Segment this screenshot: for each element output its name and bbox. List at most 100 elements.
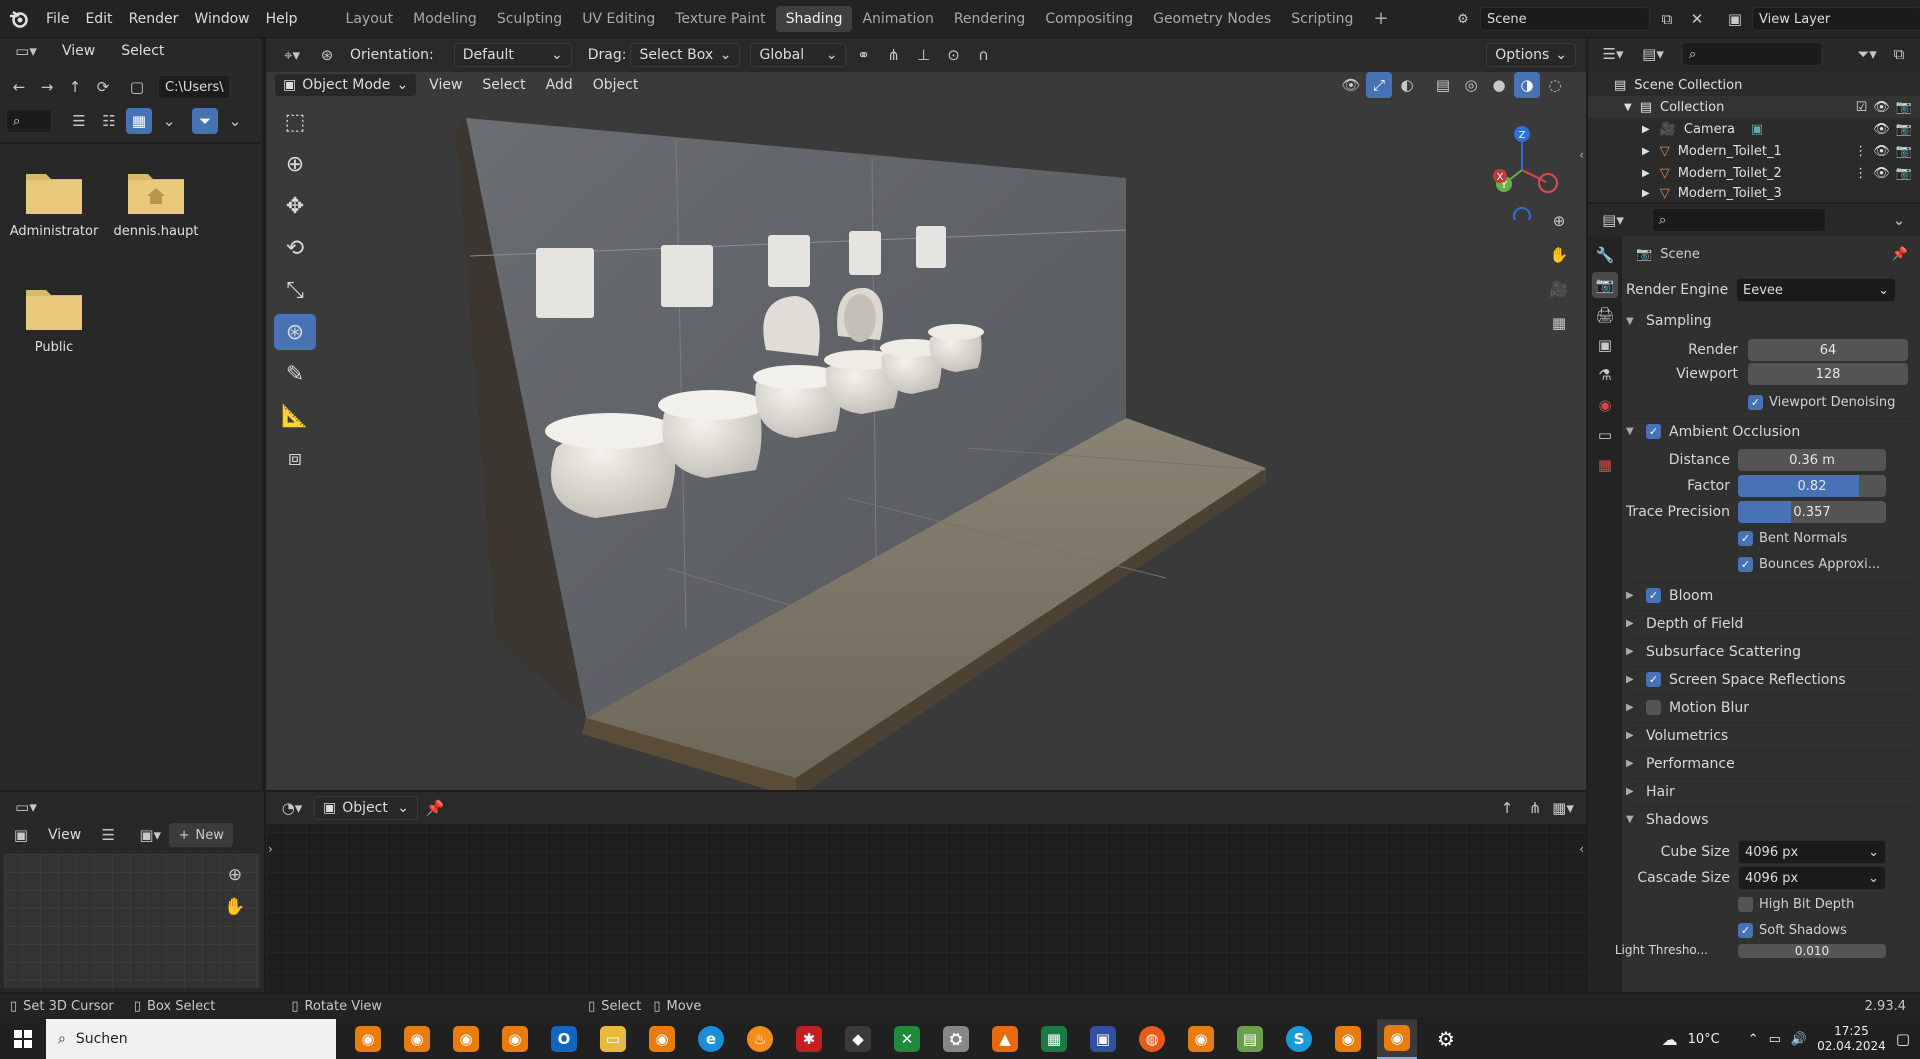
add-cube-tool-icon[interactable]: ⧈	[274, 440, 316, 476]
ssr-enable-checkbox[interactable]: ✓	[1646, 672, 1661, 687]
camera-render-icon[interactable]: 📷	[1896, 166, 1912, 181]
bounces-approx-checkbox[interactable]: ✓ Bounces Approxi...	[1738, 552, 1920, 576]
texture-tab-icon[interactable]: ▦	[1592, 452, 1618, 478]
render-tab-icon[interactable]: 📷	[1592, 272, 1618, 298]
editor-type-icon[interactable]: ▭▾	[8, 38, 44, 64]
tab-geometry-nodes[interactable]: Geometry Nodes	[1143, 6, 1281, 32]
outliner-item[interactable]: ▶ ▽ Modern_Toilet_3	[1588, 184, 1920, 202]
section-screen-space-reflections[interactable]: ▶ ✓ Screen Space Reflections	[1626, 666, 1914, 692]
tab-shading[interactable]: Shading	[775, 5, 853, 32]
scene-icon[interactable]: ⚙	[1450, 6, 1476, 32]
camera-view-icon[interactable]: 🎥	[1546, 276, 1572, 302]
tray-chevron-icon[interactable]: ⌃	[1748, 1032, 1759, 1047]
pan-hand-icon[interactable]: ✋	[1546, 242, 1572, 268]
zoom-icon[interactable]: ⊕	[1546, 208, 1572, 234]
tab-animation[interactable]: Animation	[852, 6, 943, 32]
excel-icon[interactable]: ▦	[1034, 1019, 1074, 1059]
viewport-denoising-checkbox[interactable]: ✓ Viewport Denoising	[1748, 390, 1920, 414]
sidebar-toggle-icon[interactable]: ‹	[1579, 842, 1584, 856]
snap-mode-icon[interactable]: ▦▾	[1550, 795, 1576, 821]
file-explorer-icon[interactable]: ▭	[593, 1019, 633, 1059]
thumbnail-view-icon[interactable]: ▦	[126, 108, 152, 134]
tab-rendering[interactable]: Rendering	[944, 6, 1036, 32]
select-box-tool-icon[interactable]: ⬚	[274, 104, 316, 140]
3d-viewport[interactable]: ⌖▾ ⊛ Orientation: Default ⌄ Drag: Select …	[266, 38, 1586, 790]
back-icon[interactable]: ←	[6, 74, 32, 100]
editor-type-icon[interactable]: ◔▾	[274, 795, 310, 821]
outliner-scene-collection[interactable]: ▤ Scene Collection	[1588, 74, 1920, 96]
section-shadows[interactable]: ▼ Shadows	[1626, 806, 1914, 832]
blender-logo-icon[interactable]	[0, 0, 38, 38]
search-field[interactable]: ⌕	[6, 109, 52, 133]
scene-selector[interactable]: Scene	[1480, 7, 1650, 31]
vlc-icon[interactable]: ▲	[985, 1019, 1025, 1059]
eye-icon[interactable]: 👁	[1873, 122, 1890, 137]
view-layer-tab-icon[interactable]: ▣	[1592, 332, 1618, 358]
menu-image-view[interactable]: View	[40, 822, 89, 848]
forward-icon[interactable]: →	[34, 74, 60, 100]
red-app-icon[interactable]: ✱	[789, 1019, 829, 1059]
blender-app-icon[interactable]: ◉	[642, 1019, 682, 1059]
section-subsurface-scattering[interactable]: ▶ Subsurface Scattering	[1626, 638, 1914, 664]
outliner-item[interactable]: ▶ ▽ Modern_Toilet_1 ⋮ 👁 📷	[1588, 140, 1920, 162]
pin-icon[interactable]: 📌	[422, 795, 448, 821]
measure-tool-icon[interactable]: 📐	[274, 398, 316, 434]
section-bloom[interactable]: ▶ ✓ Bloom	[1626, 582, 1914, 608]
section-performance[interactable]: ▶ Performance	[1626, 750, 1914, 776]
outliner-collection[interactable]: ▼ ▤ Collection ☑ 👁 📷	[1588, 96, 1920, 118]
high-bit-depth-checkbox[interactable]: High Bit Depth	[1738, 892, 1920, 916]
tab-scripting[interactable]: Scripting	[1281, 6, 1363, 32]
outlook-app-icon[interactable]: O	[544, 1019, 584, 1059]
tab-texture-paint[interactable]: Texture Paint	[665, 6, 775, 32]
tab-uv-editing[interactable]: UV Editing	[572, 6, 665, 32]
world-tab-icon[interactable]: ◉	[1592, 392, 1618, 418]
firefox-like-icon[interactable]: ♨	[740, 1019, 780, 1059]
cascade-size-dropdown[interactable]: 4096 px ⌄	[1738, 866, 1886, 890]
filter-icon[interactable]: ⏷▾	[1854, 41, 1880, 67]
move-tool-icon[interactable]: ✥	[274, 188, 316, 224]
menu-fb-select[interactable]: Select	[113, 38, 172, 64]
camera-render-icon[interactable]: 📷	[1896, 122, 1912, 137]
menu-fb-view[interactable]: View	[54, 38, 103, 64]
menu-edit[interactable]: Edit	[77, 6, 120, 32]
properties-search-field[interactable]: ⌕	[1652, 208, 1826, 232]
filter-options-icon[interactable]: ⌄	[222, 108, 248, 134]
tool-tab-icon[interactable]: 🔧	[1592, 242, 1618, 268]
bloom-enable-checkbox[interactable]: ✓	[1646, 588, 1661, 603]
eye-icon[interactable]: 👁	[1873, 166, 1890, 181]
duplicate-scene-icon[interactable]: ⧉	[1654, 6, 1680, 32]
display-mode-icon[interactable]: ▤▾	[1636, 41, 1670, 67]
menu-render[interactable]: Render	[121, 6, 187, 32]
filter-icon[interactable]: ⏷	[192, 108, 218, 134]
perspective-toggle-icon[interactable]: ▦	[1546, 310, 1572, 336]
horizontal-list-icon[interactable]: ☷	[96, 108, 122, 134]
image-browse-icon[interactable]: ▣▾	[137, 822, 163, 848]
eye-icon[interactable]: 👁	[1873, 100, 1890, 115]
menu-file[interactable]: File	[38, 6, 77, 32]
menu-window[interactable]: Window	[186, 6, 257, 32]
scale-tool-icon[interactable]: ⤡	[274, 272, 316, 308]
rotate-tool-icon[interactable]: ⟲	[274, 230, 316, 266]
editor-type-icon[interactable]: ▭▾	[8, 794, 44, 820]
network-icon[interactable]: ▭	[1769, 1032, 1781, 1047]
sidebar-toggle-icon[interactable]: ›	[268, 842, 273, 856]
tab-sculpting[interactable]: Sculpting	[487, 6, 572, 32]
parent-dir-icon[interactable]: ↑	[62, 74, 88, 100]
shader-type-dropdown[interactable]: ▣ Object ⌄	[314, 796, 418, 820]
view-layer-selector[interactable]: View Layer	[1752, 7, 1920, 31]
blender-app-icon[interactable]: ◉	[1328, 1019, 1368, 1059]
tab-layout[interactable]: Layout	[336, 6, 404, 32]
section-depth-of-field[interactable]: ▶ Depth of Field	[1626, 610, 1914, 636]
cube-size-dropdown[interactable]: 4096 px ⌄	[1738, 840, 1886, 864]
remove-scene-icon[interactable]: ✕	[1684, 6, 1710, 32]
sidebar-toggle-icon[interactable]: ‹	[1579, 148, 1584, 162]
parent-node-icon[interactable]: ↑	[1494, 795, 1520, 821]
taskbar-search-field[interactable]: ⌕ Suchen	[46, 1019, 336, 1059]
node-editor-panel[interactable]: ◔▾ ▣ Object ⌄ 📌 ↑ ⋔ ▦▾ ‹ ›	[266, 792, 1586, 992]
clock[interactable]: 17:25 02.04.2024	[1817, 1024, 1886, 1054]
new-collection-icon[interactable]: ⧉	[1886, 41, 1912, 67]
add-workspace-button[interactable]: +	[1363, 6, 1398, 32]
annotate-tool-icon[interactable]: ✎	[274, 356, 316, 392]
section-sampling[interactable]: ▼ Sampling	[1626, 308, 1914, 334]
section-volumetrics[interactable]: ▶ Volumetrics	[1626, 722, 1914, 748]
